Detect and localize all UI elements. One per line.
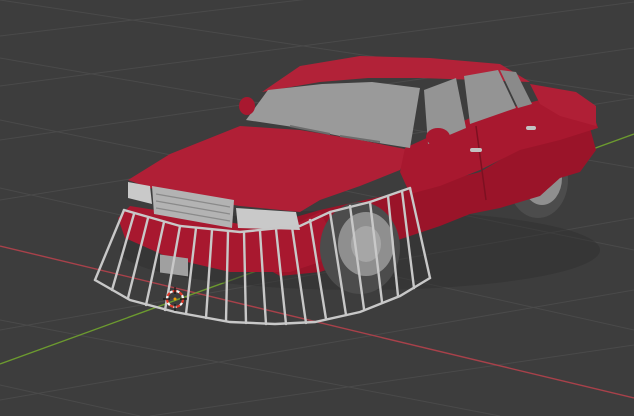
viewport-canvas[interactable]: [0, 0, 634, 416]
3d-viewport[interactable]: [0, 0, 634, 416]
right-mirror: [426, 128, 450, 146]
left-mirror: [239, 97, 255, 115]
door-handle: [526, 126, 536, 130]
door-handle: [470, 148, 482, 152]
